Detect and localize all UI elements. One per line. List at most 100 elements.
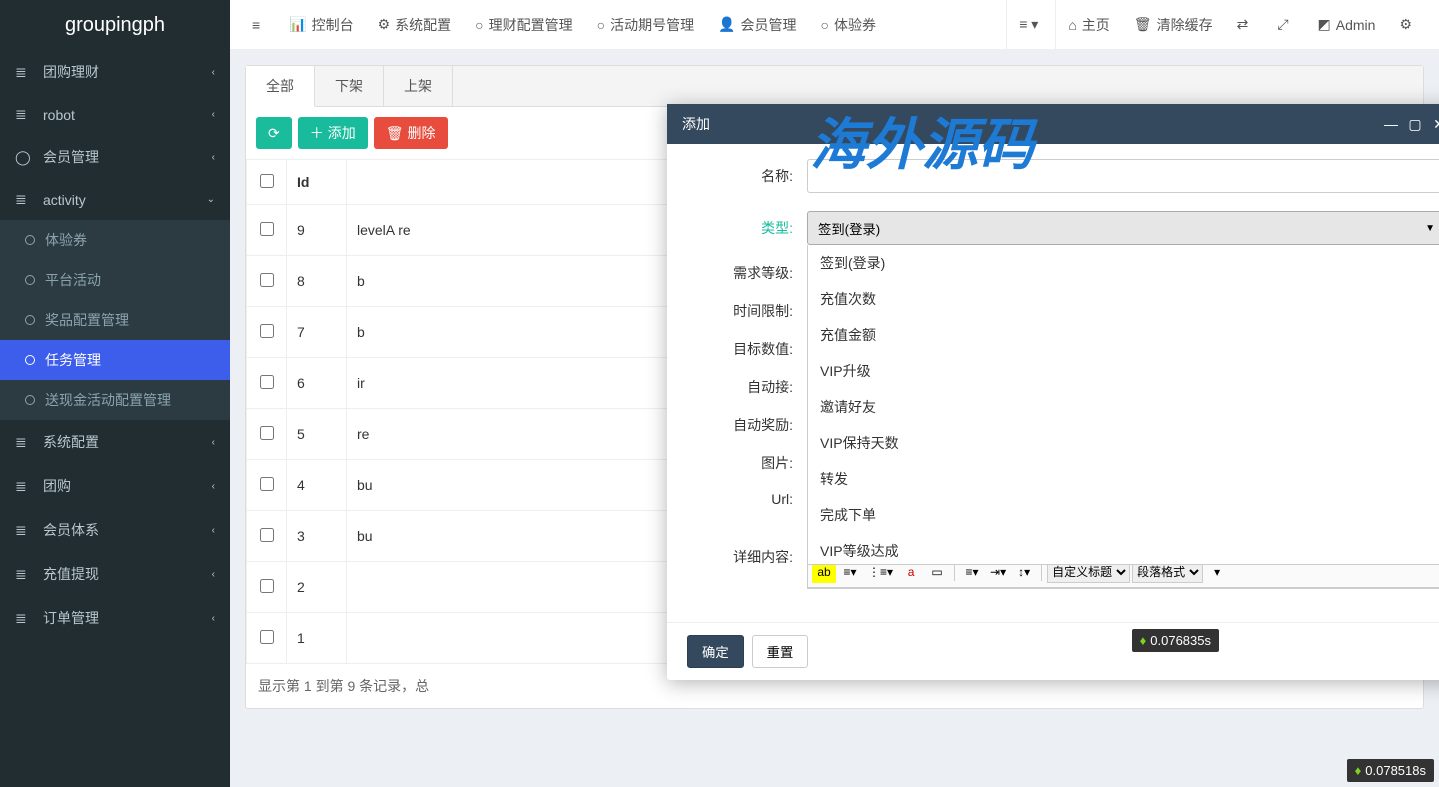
avatar-icon: ◩ bbox=[1318, 16, 1331, 33]
flame-icon: ♦ bbox=[1355, 763, 1362, 778]
tabs: 全部下架上架 bbox=[246, 66, 1423, 107]
topnav-right-0[interactable]: ≡ ▾ bbox=[1006, 0, 1056, 50]
tab-1[interactable]: 下架 bbox=[315, 66, 384, 106]
chevron-left-icon: ‹ bbox=[212, 152, 215, 163]
sidebar-item-1[interactable]: ≣robot‹ bbox=[0, 94, 230, 135]
topnav-right-2[interactable]: 🗑清除缓存 bbox=[1122, 0, 1225, 50]
chevron-left-icon: ‹ bbox=[212, 481, 215, 492]
topnav-2[interactable]: ⚙系统配置 bbox=[366, 0, 464, 50]
add-button[interactable]: ＋添加 bbox=[298, 117, 368, 149]
topnav-3[interactable]: ○理财配置管理 bbox=[463, 0, 584, 50]
chevron-down-icon: ⌄ bbox=[207, 194, 215, 205]
chevron-down-icon: ▼ bbox=[1425, 223, 1435, 234]
sidebar-sub-3-0[interactable]: 体验券 bbox=[0, 220, 230, 260]
chevron-left-icon: ‹ bbox=[212, 613, 215, 624]
topnav-5[interactable]: 👤会员管理 bbox=[706, 0, 808, 50]
th-1[interactable]: Id bbox=[287, 160, 347, 205]
sidebar-sub-3-2[interactable]: 奖品配置管理 bbox=[0, 300, 230, 340]
type-option-7[interactable]: 完成下单 bbox=[808, 497, 1439, 533]
sidebar-item-2[interactable]: ◯会员管理‹ bbox=[0, 135, 230, 179]
circle-icon bbox=[25, 235, 35, 245]
topnav-6[interactable]: ○体验券 bbox=[809, 0, 888, 50]
type-option-2[interactable]: 充值金额 bbox=[808, 317, 1439, 353]
sidebar-item-8[interactable]: ≣订单管理‹ bbox=[0, 596, 230, 640]
cell-id: 4 bbox=[287, 460, 347, 511]
row-checkbox[interactable] bbox=[260, 324, 274, 338]
trash-icon: 🗑 bbox=[386, 125, 404, 142]
select-all-checkbox[interactable] bbox=[260, 174, 274, 188]
topnav-0[interactable]: ≡ bbox=[240, 0, 277, 50]
label-auto: 自动接: bbox=[687, 377, 807, 397]
delete-button[interactable]: 🗑删除 bbox=[374, 117, 448, 149]
topnav-right-5[interactable]: ◩Admin bbox=[1306, 0, 1388, 50]
gear-icon: ⚙ bbox=[378, 16, 391, 33]
sidebar-sub-3-3[interactable]: 任务管理 bbox=[0, 340, 230, 380]
list-icon: ≣ bbox=[15, 566, 35, 583]
sidebar-sub-3-1[interactable]: 平台活动 bbox=[0, 260, 230, 300]
cell-id: 9 bbox=[287, 205, 347, 256]
row-checkbox[interactable] bbox=[260, 477, 274, 491]
add-modal: 添加 — ▢ ✕ 名称: 类型: 签到 bbox=[667, 104, 1439, 680]
sidebar-item-0[interactable]: ≣团购理财‹ bbox=[0, 50, 230, 94]
perf-badge-1: ♦0.076835s bbox=[1132, 629, 1219, 652]
row-checkbox[interactable] bbox=[260, 375, 274, 389]
circle-icon: ○ bbox=[475, 17, 483, 33]
topnav-right-6[interactable]: ⚙ bbox=[1387, 0, 1429, 50]
topnav-right-1[interactable]: ⌂主页 bbox=[1056, 0, 1121, 50]
type-option-3[interactable]: VIP升级 bbox=[808, 353, 1439, 389]
maximize-icon[interactable]: ▢ bbox=[1403, 116, 1427, 133]
label-target: 目标数值: bbox=[687, 339, 807, 359]
chevron-left-icon: ‹ bbox=[212, 525, 215, 536]
modal-header[interactable]: 添加 — ▢ ✕ bbox=[667, 104, 1439, 144]
topnav-right-3[interactable]: ⇄ bbox=[1225, 0, 1266, 50]
type-option-5[interactable]: VIP保持天数 bbox=[808, 425, 1439, 461]
sidebar-item-4[interactable]: ≣系统配置‹ bbox=[0, 420, 230, 464]
type-option-4[interactable]: 邀请好友 bbox=[808, 389, 1439, 425]
sidebar-item-5[interactable]: ≣团购‹ bbox=[0, 464, 230, 508]
tab-0[interactable]: 全部 bbox=[246, 66, 315, 107]
row-checkbox[interactable] bbox=[260, 630, 274, 644]
circle-icon: ○ bbox=[597, 17, 605, 33]
cell-id: 6 bbox=[287, 358, 347, 409]
cell-id: 2 bbox=[287, 562, 347, 613]
row-checkbox[interactable] bbox=[260, 222, 274, 236]
list-icon: ≣ bbox=[15, 64, 35, 81]
list-icon: ≣ bbox=[15, 434, 35, 451]
th-0[interactable] bbox=[247, 160, 287, 205]
sidebar-item-7[interactable]: ≣充值提现‹ bbox=[0, 552, 230, 596]
name-input[interactable] bbox=[807, 159, 1439, 193]
minimize-icon[interactable]: — bbox=[1379, 116, 1403, 132]
sidebar-sub-3-4[interactable]: 送现金活动配置管理 bbox=[0, 380, 230, 420]
chevron-left-icon: ‹ bbox=[212, 569, 215, 580]
sidebar-item-6[interactable]: ≣会员体系‹ bbox=[0, 508, 230, 552]
row-checkbox[interactable] bbox=[260, 579, 274, 593]
reset-button[interactable]: 重置 bbox=[752, 635, 809, 668]
circle-icon: ○ bbox=[821, 17, 829, 33]
close-icon[interactable]: ✕ bbox=[1427, 116, 1439, 133]
type-option-8[interactable]: VIP等级达成 bbox=[808, 533, 1439, 565]
chevron-left-icon: ‹ bbox=[212, 67, 215, 78]
expand-icon: ⤢ bbox=[1277, 16, 1288, 33]
row-checkbox[interactable] bbox=[260, 273, 274, 287]
sidebar-item-3[interactable]: ≣activity⌄ bbox=[0, 179, 230, 220]
flame-icon: ♦ bbox=[1140, 633, 1147, 648]
type-option-6[interactable]: 转发 bbox=[808, 461, 1439, 497]
label-type: 类型: bbox=[687, 218, 807, 238]
refresh-button[interactable]: ⟳ bbox=[256, 117, 292, 149]
tab-2[interactable]: 上架 bbox=[384, 66, 453, 106]
topnav-4[interactable]: ○活动期号管理 bbox=[585, 0, 706, 50]
row-checkbox[interactable] bbox=[260, 426, 274, 440]
globe-icon: ◯ bbox=[15, 149, 35, 166]
topnav-right-4[interactable]: ⤢ bbox=[1265, 0, 1305, 50]
type-option-0[interactable]: 签到(登录) bbox=[808, 245, 1439, 281]
type-dropdown: 签到(登录)充值次数充值金额VIP升级邀请好友VIP保持天数转发完成下单VIP等… bbox=[807, 245, 1439, 565]
label-reward: 自动奖励: bbox=[687, 415, 807, 435]
sidebar: groupingph ≣团购理财‹≣robot‹◯会员管理‹≣activity⌄… bbox=[0, 0, 230, 787]
type-option-1[interactable]: 充值次数 bbox=[808, 281, 1439, 317]
topnav-1[interactable]: 📊控制台 bbox=[277, 0, 365, 50]
ok-button[interactable]: 确定 bbox=[687, 635, 744, 668]
logo: groupingph bbox=[0, 0, 230, 50]
cogs-icon: ⚙ bbox=[1399, 16, 1412, 33]
row-checkbox[interactable] bbox=[260, 528, 274, 542]
type-select[interactable]: 签到(登录) ▼ bbox=[807, 211, 1439, 245]
